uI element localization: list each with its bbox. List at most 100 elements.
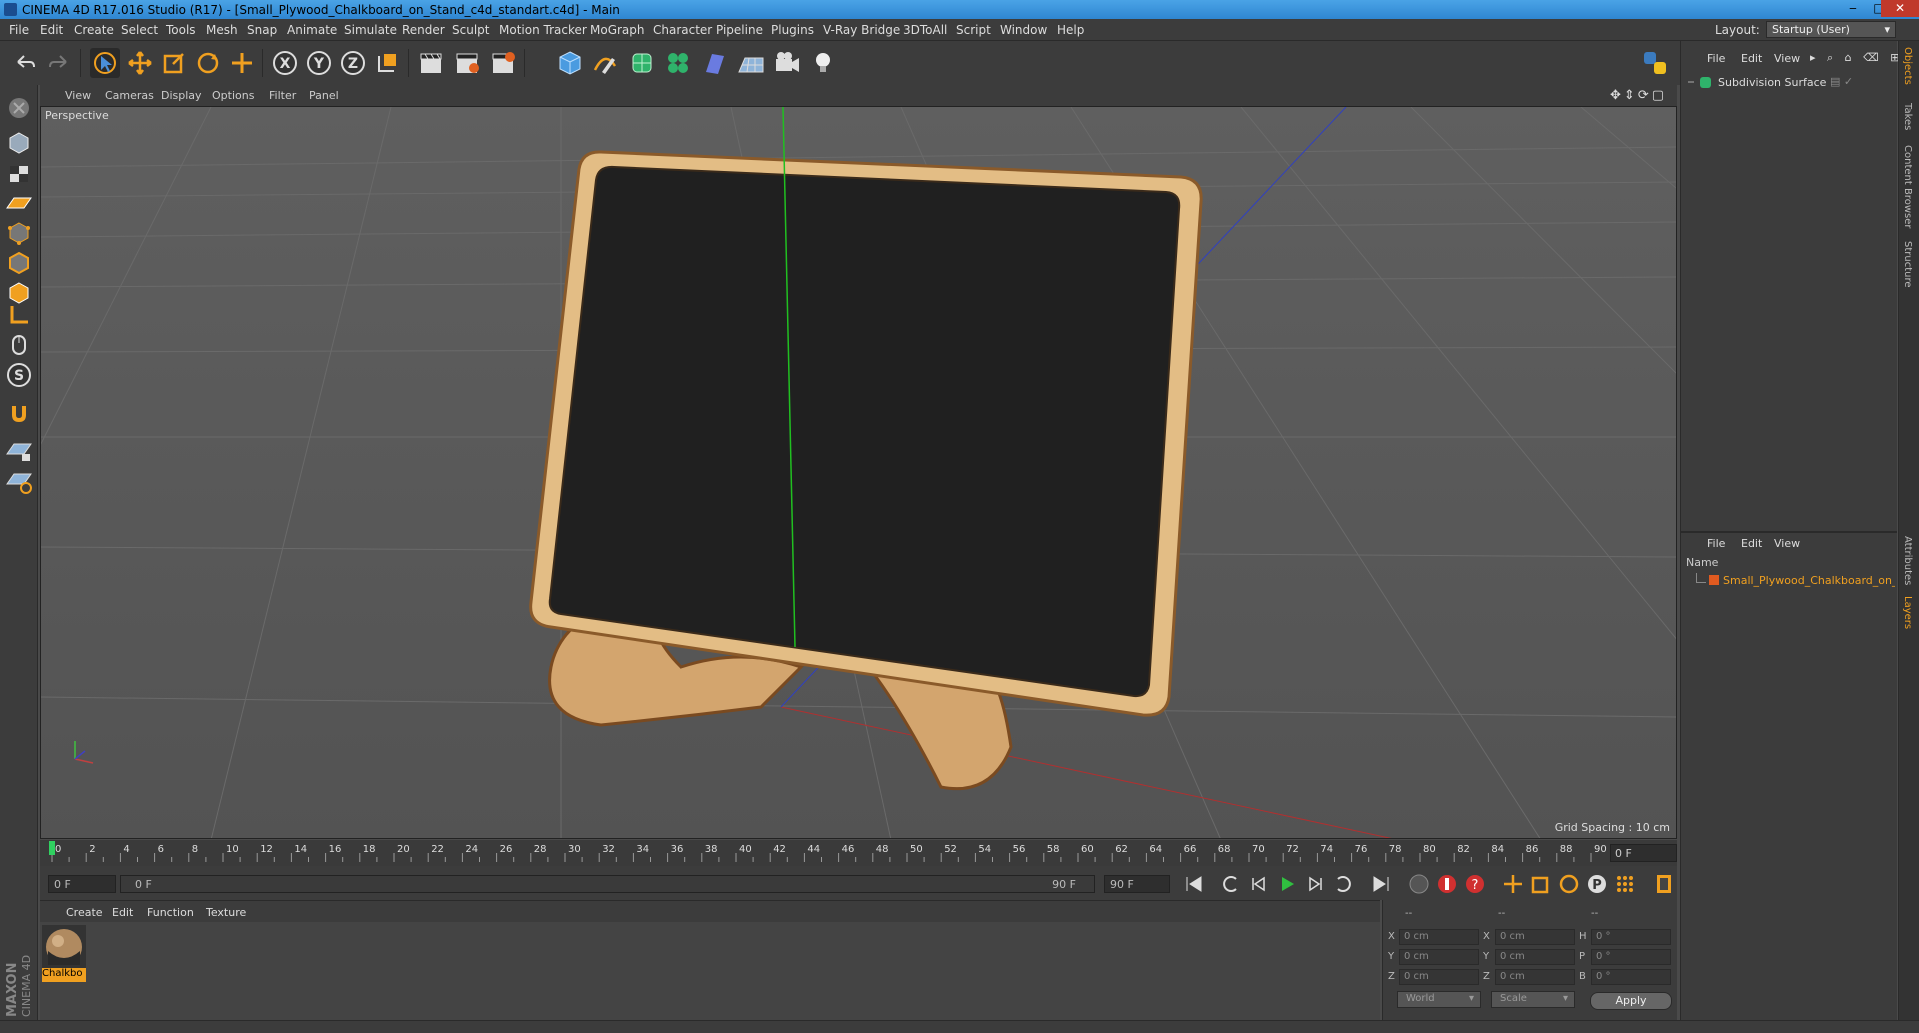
objects-menu-edit[interactable]: Edit: [1741, 52, 1762, 65]
menu-plugins[interactable]: Plugins: [771, 23, 814, 37]
rotate-tool-button[interactable]: [193, 48, 223, 78]
pos-z-field[interactable]: 0 cm: [1399, 969, 1479, 985]
next-frame-button[interactable]: [1303, 872, 1327, 896]
tab-objects[interactable]: Objects: [1902, 47, 1913, 85]
current-frame-field[interactable]: 0 F: [1610, 844, 1677, 862]
layer-color-swatch[interactable]: [1709, 575, 1719, 585]
menu-snap[interactable]: Snap: [247, 23, 277, 37]
coordinate-system-button[interactable]: [372, 48, 402, 78]
tab-layers[interactable]: Layers: [1902, 596, 1913, 629]
timeline-window-button[interactable]: [1652, 872, 1676, 896]
workplane-lock-button[interactable]: [4, 436, 34, 466]
snap-button[interactable]: [4, 398, 34, 428]
size-y-field[interactable]: 0 cm: [1495, 949, 1575, 965]
menu-render[interactable]: Render: [402, 23, 445, 37]
render-picture-viewer-button[interactable]: [452, 48, 482, 78]
rot-p-field[interactable]: 0 °: [1591, 949, 1671, 965]
close-button[interactable]: ✕: [1881, 0, 1919, 17]
timeline-playhead[interactable]: [49, 841, 55, 855]
floor-object-button[interactable]: [736, 48, 766, 78]
workplane-rotate-button[interactable]: [4, 466, 34, 496]
coordinate-mode-dropdown[interactable]: World ▾: [1397, 991, 1481, 1008]
redo-button[interactable]: [44, 48, 74, 78]
layer-row-name[interactable]: Small_Plywood_Chalkboard_on_St: [1723, 574, 1895, 587]
menu-window[interactable]: Window: [1000, 23, 1047, 37]
menu-edit[interactable]: Edit: [40, 23, 63, 37]
pos-y-field[interactable]: 0 cm: [1399, 949, 1479, 965]
menu-script[interactable]: Script: [956, 23, 991, 37]
material-menu-edit[interactable]: Edit: [112, 906, 133, 919]
viewport-menu-options[interactable]: Options: [212, 89, 254, 102]
tab-structure[interactable]: Structure: [1902, 241, 1913, 288]
menu-motion-tracker[interactable]: Motion Tracker: [499, 23, 587, 37]
material-thumbnail[interactable]: [42, 925, 86, 969]
size-mode-dropdown[interactable]: Scale ▾: [1491, 991, 1575, 1008]
record-keys-button[interactable]: [1407, 872, 1431, 896]
key-position-button[interactable]: [1501, 872, 1525, 896]
viewport-menu-filter[interactable]: Filter: [269, 89, 296, 102]
layers-menu-edit[interactable]: Edit: [1741, 537, 1762, 550]
goto-start-button[interactable]: [1182, 872, 1206, 896]
visibility-toggle-icons[interactable]: ▤ ✓: [1830, 75, 1853, 88]
key-parameter-button[interactable]: P: [1585, 872, 1609, 896]
menu-create[interactable]: Create: [74, 23, 114, 37]
goto-end-button[interactable]: [1369, 872, 1393, 896]
scale-tool-button[interactable]: [159, 48, 189, 78]
menu-help[interactable]: Help: [1057, 23, 1084, 37]
model-mode-button[interactable]: [4, 128, 34, 158]
viewport-menu-panel[interactable]: Panel: [309, 89, 339, 102]
points-mode-button[interactable]: [4, 218, 34, 248]
viewport-menu-display[interactable]: Display: [161, 89, 202, 102]
axis-mode-button[interactable]: [4, 300, 34, 330]
rot-b-field[interactable]: 0 °: [1591, 969, 1671, 985]
mograph-cloner-button[interactable]: [663, 48, 693, 78]
subdivision-surface-button[interactable]: [627, 48, 657, 78]
render-view-button[interactable]: [416, 48, 446, 78]
start-frame-field[interactable]: 0 F: [48, 875, 116, 893]
prev-frame-button[interactable]: [1247, 872, 1271, 896]
next-key-button[interactable]: [1331, 872, 1355, 896]
key-pla-button[interactable]: [1613, 872, 1637, 896]
z-axis-lock-button[interactable]: Z: [338, 48, 368, 78]
rot-h-field[interactable]: 0 °: [1591, 929, 1671, 945]
prev-key-button[interactable]: [1219, 872, 1243, 896]
menu-character[interactable]: Character: [653, 23, 712, 37]
timeline-ruler[interactable]: 0 2 4 6 8 10 12 14 16 18 20 22 24 26 28 30 32 34 36 38 40 42 4…: [40, 840, 1677, 866]
size-z-field[interactable]: 0 cm: [1495, 969, 1575, 985]
autokey-button[interactable]: [1435, 872, 1459, 896]
menu-tools[interactable]: Tools: [166, 23, 196, 37]
keyframe-selection-button[interactable]: ?: [1463, 872, 1487, 896]
menu-sculpt[interactable]: Sculpt: [452, 23, 489, 37]
cube-object-button[interactable]: [555, 48, 585, 78]
minimize-button[interactable]: ‒: [1840, 0, 1866, 17]
python-script-button[interactable]: [1640, 48, 1670, 78]
x-axis-lock-button[interactable]: X: [270, 48, 300, 78]
make-editable-button[interactable]: [4, 93, 34, 123]
render-settings-button[interactable]: [488, 48, 518, 78]
menu-mograph[interactable]: MoGraph: [590, 23, 645, 37]
edges-mode-button[interactable]: [4, 248, 34, 278]
end-frame-field[interactable]: 90 F: [1104, 875, 1170, 893]
light-object-button[interactable]: [808, 48, 838, 78]
frame-range-slider[interactable]: 0 F 90 F: [120, 875, 1095, 893]
objects-menu-file[interactable]: File: [1707, 52, 1725, 65]
transform-tool-button[interactable]: [227, 48, 257, 78]
material-menu-create[interactable]: Create: [66, 906, 103, 919]
perspective-viewport[interactable]: Perspective Grid Spacing : 10 cm: [40, 106, 1677, 839]
undo-button[interactable]: [10, 48, 40, 78]
key-scale-button[interactable]: [1529, 872, 1553, 896]
menu-animate[interactable]: Animate: [287, 23, 337, 37]
pos-x-field[interactable]: 0 cm: [1399, 929, 1479, 945]
objects-menu-view[interactable]: View: [1774, 52, 1800, 65]
viewport-menu-cameras[interactable]: Cameras: [105, 89, 154, 102]
layout-dropdown[interactable]: Startup (User) ▾: [1766, 21, 1896, 38]
tweak-mode-button[interactable]: [4, 330, 34, 360]
move-tool-button[interactable]: [125, 48, 155, 78]
tab-attributes[interactable]: Attributes: [1902, 536, 1913, 585]
material-menu-texture[interactable]: Texture: [206, 906, 246, 919]
tab-takes[interactable]: Takes: [1902, 103, 1913, 130]
menu-vray-bridge[interactable]: V-Ray Bridge: [823, 23, 900, 37]
menu-file[interactable]: File: [9, 23, 29, 37]
menu-3dtoall[interactable]: 3DToAll: [903, 23, 947, 37]
workplane-mode-button[interactable]: [4, 188, 34, 218]
